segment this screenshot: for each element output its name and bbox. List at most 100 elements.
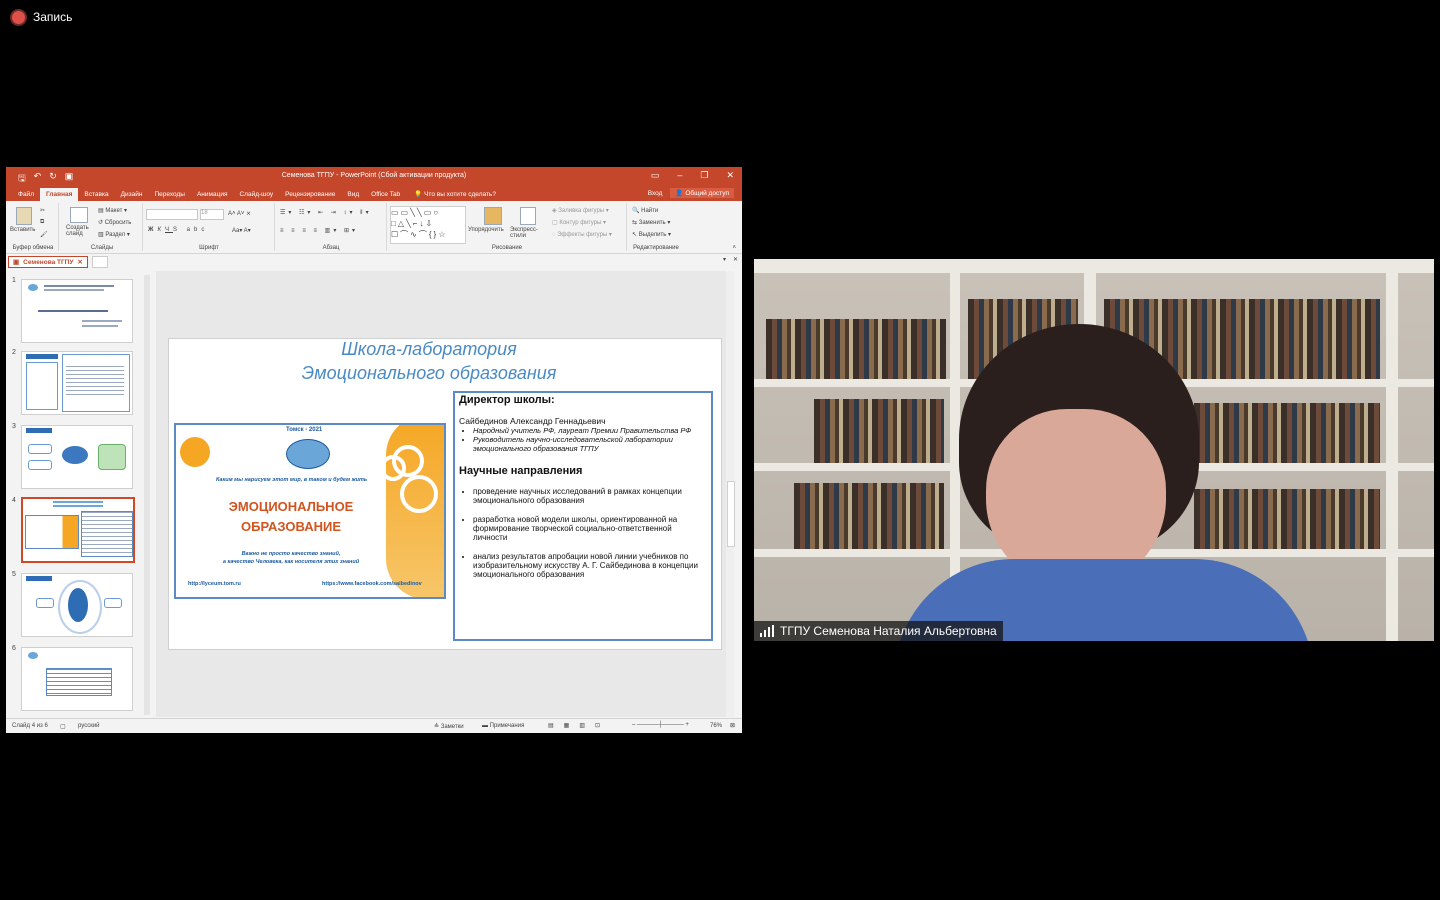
new-slide-button[interactable]: Создать слайд <box>66 225 94 237</box>
participant-name-label: ТГПУ Семенова Наталия Альбертовна <box>754 621 1003 641</box>
slide-thumbnail-4[interactable] <box>21 497 135 563</box>
poster-sub-1: Важно не просто качество знаний, <box>241 551 341 557</box>
slide-thumbnail-5[interactable] <box>21 573 133 637</box>
layout-button[interactable]: ▤ Макет ▾ <box>98 207 127 214</box>
group-slides: Создать слайд ▤ Макет ▾ ↺ Сбросить ▥ Раз… <box>62 203 143 251</box>
fit-slide-icon[interactable]: ⊠ <box>730 722 735 729</box>
poster-link-1: http://lyceum.tom.ru <box>188 581 241 587</box>
ribbon-home: Вставить ✂ ⧉ 🖌 Буфер обмена Создать слай… <box>6 201 742 254</box>
new-slide-icon[interactable] <box>70 207 88 223</box>
notes-button[interactable]: ≜ Заметки <box>434 723 464 730</box>
view-buttons[interactable]: ▤▦▥⊡ <box>548 722 610 729</box>
ppt-file-icon: ▣ <box>13 259 20 266</box>
reset-button[interactable]: ↺ Сбросить <box>98 219 131 226</box>
lightbulb-icon: 💡 <box>414 191 423 198</box>
replace-button[interactable]: ⇆ Заменить ▾ <box>632 219 670 226</box>
tab-review[interactable]: Рецензирование <box>279 191 341 201</box>
tab-design[interactable]: Дизайн <box>115 191 149 201</box>
collapse-ribbon-icon[interactable]: ˄ <box>732 245 736 251</box>
font-family-input[interactable] <box>146 209 198 220</box>
paste-button[interactable]: Вставить <box>10 227 35 233</box>
director-name: Сайбединов Александр Геннадьевич <box>459 416 606 426</box>
current-slide[interactable]: Школа-лаборатория Эмоционального образов… <box>168 338 722 650</box>
lyceum-logo <box>180 437 210 467</box>
record-icon <box>12 10 25 24</box>
poster-sub-2: а качество Человека, как носителя этих з… <box>222 559 360 565</box>
shape-effects-button[interactable]: ◌ Эффекты фигуры ▾ <box>552 231 612 238</box>
align-buttons[interactable]: ≡ ≡ ≡ ≡ ▥▾ ⊞▾ <box>280 227 358 234</box>
zoom-level[interactable]: 76% <box>710 723 722 729</box>
find-button[interactable]: 🔍 Найти <box>632 207 658 214</box>
tell-me-search[interactable]: 💡 Что вы хотите сделать? <box>414 190 496 201</box>
new-tab-button[interactable] <box>92 256 108 268</box>
document-tabs-bar: ▣ Семенова ТГПУ ✕ ▾ ✕ <box>6 254 742 268</box>
restore-icon[interactable]: ❐ <box>700 170 708 181</box>
close-icon[interactable]: ✕ <box>726 170 734 181</box>
format-painter-icon[interactable]: 🖌 <box>40 231 48 238</box>
arrange-icon[interactable] <box>484 207 502 225</box>
tab-home[interactable]: Главная <box>39 188 79 201</box>
comments-button[interactable]: ▬ Примечания <box>482 723 524 729</box>
minimize-icon[interactable]: – <box>677 170 682 181</box>
thumb-number: 1 <box>12 277 16 284</box>
director-bullet-1: Народный учитель РФ, лауреат Премии Прав… <box>473 426 707 435</box>
tab-animation[interactable]: Анимация <box>191 191 234 201</box>
tab-transitions[interactable]: Переходы <box>148 191 191 201</box>
slide-scrollbar[interactable] <box>726 271 735 717</box>
shape-fill-button[interactable]: ◈ Заливка фигуры ▾ <box>552 207 609 214</box>
poster-city: Томск - 2021 <box>286 427 323 433</box>
share-button[interactable]: 👤 Общий доступ <box>670 188 734 198</box>
tab-slideshow[interactable]: Слайд-шоу <box>233 191 279 201</box>
font-color-icon[interactable]: Aa▾ A▾ <box>232 227 251 234</box>
font-size-input[interactable]: 18 <box>200 209 224 220</box>
status-bar: Слайд 4 из 6 ▢ русский ≜ Заметки ▬ Приме… <box>6 718 742 733</box>
slide-editing-area: Школа-лаборатория Эмоционального образов… <box>156 271 735 717</box>
tab-insert[interactable]: Вставка <box>78 191 114 201</box>
list-buttons[interactable]: ☰▾ ☷▾ ⇤ ⇥ ↕▾ ‖▾ <box>280 209 372 216</box>
shape-outline-button[interactable]: ▢ Контур фигуры ▾ <box>552 219 606 226</box>
select-button[interactable]: ↖ Выделить ▾ <box>632 231 671 238</box>
doc-tab-semenova[interactable]: ▣ Семенова ТГПУ ✕ <box>8 256 88 268</box>
quick-styles-icon[interactable] <box>520 207 536 225</box>
paste-icon[interactable] <box>16 207 32 225</box>
shapes-gallery[interactable]: ▭▭╲╲▭○ □△╲⌐↓⇩ ☐⌒∿⌒{}☆ <box>390 206 466 244</box>
thumb-number: 4 <box>12 497 16 504</box>
title-bar: 🖫 ↶ ↻ ▣ Семенова ТГПУ - PowerPoint (Сбой… <box>6 167 742 186</box>
slide-scroll-thumb[interactable] <box>727 481 735 547</box>
director-bullet-2: Руководитель научно-исследовательской ла… <box>473 435 707 453</box>
group-font: 18 A˄ A˅ ⨯ ЖКЧS abc Aa▾ A▾ Шрифт <box>144 203 275 251</box>
slide-thumbnail-2[interactable] <box>21 351 133 415</box>
shelf-top <box>754 259 1434 273</box>
thumbnails-scrollbar[interactable] <box>144 275 150 715</box>
ribbon-display-icon[interactable]: ▭ <box>651 170 660 181</box>
slide-thumbnail-3[interactable] <box>21 425 133 489</box>
drawing-label: Рисование <box>491 245 523 251</box>
section-button[interactable]: ▥ Раздел ▾ <box>98 231 130 238</box>
font-style-buttons[interactable]: ЖКЧS abc <box>148 227 208 233</box>
slide-thumbnails-pane: 1 2 3 4 5 6 <box>6 271 153 717</box>
tab-view[interactable]: Вид <box>341 191 365 201</box>
copy-icon[interactable]: ⧉ <box>40 219 44 226</box>
zoom-slider[interactable]: – ─────┼───── + <box>632 722 689 728</box>
signin-link[interactable]: Вход <box>648 190 663 197</box>
slide-thumbnail-1[interactable] <box>21 279 133 343</box>
tab-file[interactable]: Файл <box>12 191 40 201</box>
quick-styles-button[interactable]: Экспресс-стили <box>510 227 544 239</box>
close-doc-icon[interactable]: ✕ <box>733 256 738 263</box>
science-heading: Научные направления <box>459 465 583 477</box>
cut-icon[interactable]: ✂ <box>40 207 45 214</box>
arrange-button[interactable]: Упорядочить <box>468 227 504 233</box>
science-bullet-1: проведение научных исследований в рамках… <box>473 487 707 505</box>
font-grow-icon[interactable]: A˄ A˅ ⨯ <box>228 210 251 217</box>
tabs-dropdown-icon[interactable]: ▾ <box>723 256 726 263</box>
language-label[interactable]: русский <box>78 723 100 729</box>
close-tab-icon[interactable]: ✕ <box>77 258 82 266</box>
recording-label: Запись <box>33 10 73 24</box>
poster-title-1: ЭМОЦИОНАЛЬНОЕ <box>228 499 354 514</box>
tab-office-tab[interactable]: Office Tab <box>365 191 406 201</box>
spellcheck-icon[interactable]: ▢ <box>60 723 66 730</box>
window-title: Семенова ТГПУ - PowerPoint (Сбой активац… <box>281 172 467 179</box>
participant-video[interactable]: ТГПУ Семенова Наталия Альбертовна <box>754 259 1434 641</box>
slide-thumbnail-6[interactable] <box>21 647 133 711</box>
powerpoint-window: 🖫 ↶ ↻ ▣ Семенова ТГПУ - PowerPoint (Сбой… <box>6 167 742 733</box>
